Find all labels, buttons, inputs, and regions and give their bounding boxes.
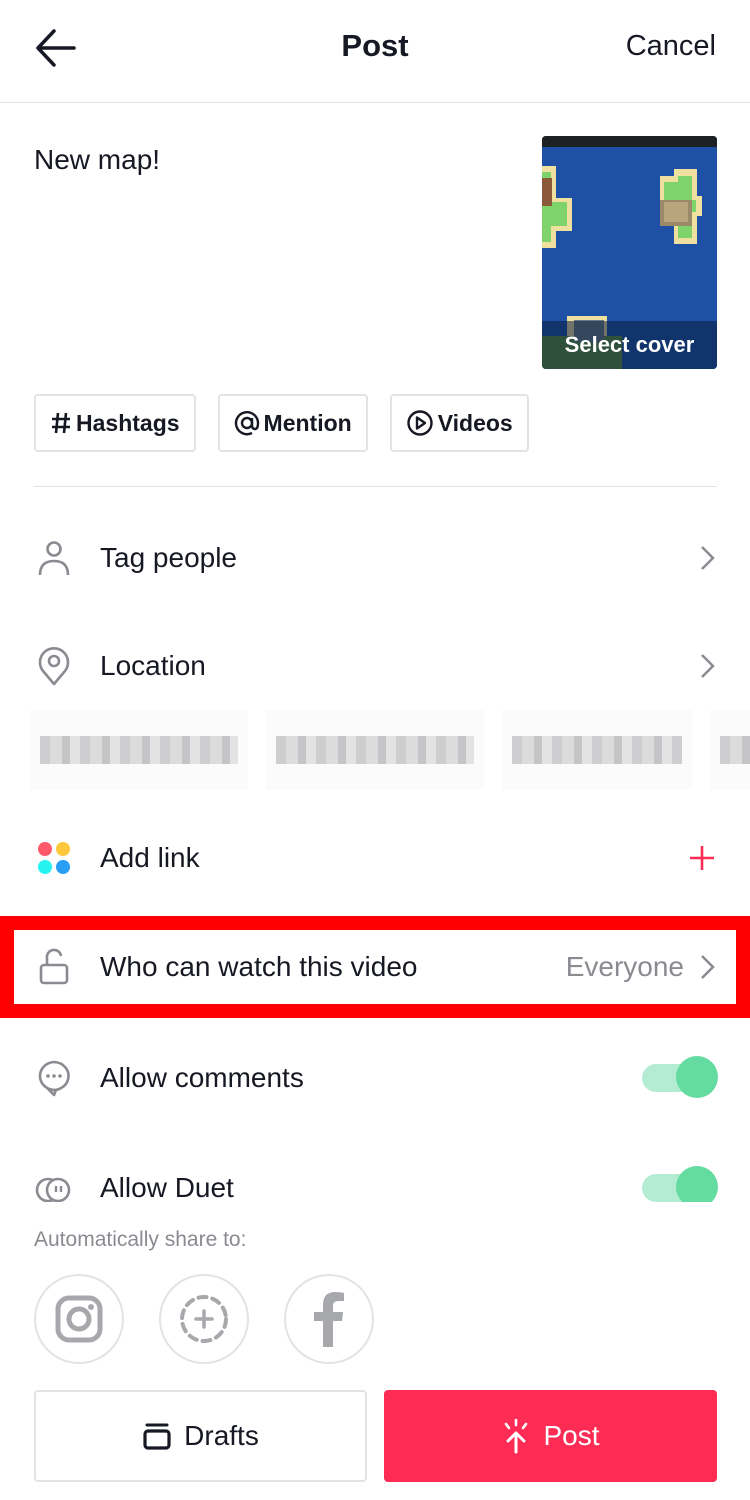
location-suggestion-chip[interactable] <box>710 710 750 790</box>
location-row[interactable]: Location <box>0 616 750 716</box>
unlock-icon <box>34 947 74 987</box>
facebook-icon <box>314 1292 344 1347</box>
story-add-icon <box>180 1295 228 1343</box>
location-label: Location <box>100 650 206 681</box>
post-button[interactable]: Post <box>384 1390 717 1482</box>
select-cover-button[interactable]: Select cover <box>542 136 717 369</box>
instagram-icon <box>55 1295 103 1343</box>
redacted-text <box>276 736 474 764</box>
allow-duet-toggle[interactable] <box>642 1166 718 1202</box>
select-cover-label: Select cover <box>542 321 717 369</box>
location-suggestion-chip[interactable] <box>266 710 484 790</box>
redacted-text <box>512 736 682 764</box>
add-link-row[interactable]: Add link <box>0 808 750 908</box>
drafts-button[interactable]: Drafts <box>34 1390 367 1482</box>
top-nav-bar: Post Cancel <box>0 0 750 103</box>
hashtag-icon <box>50 411 72 435</box>
post-label: Post <box>543 1420 600 1451</box>
tag-people-label: Tag people <box>100 542 238 573</box>
share-targets <box>34 1274 374 1364</box>
scroll-area-clip: Allow Duet <box>0 1140 750 1202</box>
caption-input[interactable]: New map! <box>34 144 504 176</box>
chevron-right-icon <box>701 654 715 678</box>
allow-comments-row: Allow comments <box>0 1028 750 1128</box>
mention-button[interactable]: Mention <box>217 394 368 452</box>
share-story-button[interactable] <box>159 1274 249 1364</box>
location-suggestion-chip[interactable] <box>502 710 692 790</box>
toggle-knob <box>676 1166 718 1202</box>
share-instagram-button[interactable] <box>34 1274 124 1364</box>
apps-dots-icon <box>34 838 74 878</box>
share-section-label: Automatically share to: <box>34 1228 247 1251</box>
cancel-button[interactable]: Cancel <box>626 30 716 63</box>
privacy-value: Everyone <box>565 951 684 982</box>
upload-sparkle-icon <box>501 1418 531 1454</box>
toggle-knob <box>676 1056 718 1098</box>
caption-tools: Hashtags Mention Videos <box>34 394 529 452</box>
share-facebook-button[interactable] <box>284 1274 374 1364</box>
allow-duet-label: Allow Duet <box>100 1172 234 1202</box>
redacted-text <box>720 736 750 764</box>
back-button[interactable] <box>30 26 80 70</box>
person-icon <box>34 538 74 578</box>
hashtags-label: Hashtags <box>76 409 180 436</box>
cover-top-bar <box>542 136 717 147</box>
chevron-right-icon <box>701 546 715 570</box>
drafts-icon <box>142 1422 172 1450</box>
location-pin-icon <box>34 646 74 686</box>
location-suggestions <box>0 710 750 790</box>
chevron-right-icon <box>701 955 715 979</box>
plus-icon[interactable] <box>688 844 716 872</box>
mention-label: Mention <box>263 409 352 436</box>
bottom-actions: Drafts Post <box>34 1390 717 1482</box>
privacy-row[interactable]: Who can watch this video Everyone <box>0 916 750 1018</box>
arrow-left-icon <box>36 29 76 67</box>
allow-comments-toggle[interactable] <box>642 1056 718 1098</box>
play-circle-icon <box>406 409 434 437</box>
videos-button[interactable]: Videos <box>389 394 529 452</box>
videos-label: Videos <box>437 409 513 436</box>
privacy-label: Who can watch this video <box>100 951 418 982</box>
allow-duet-row: Allow Duet <box>0 1140 750 1202</box>
redacted-text <box>40 736 238 764</box>
hashtags-button[interactable]: Hashtags <box>34 394 196 452</box>
add-link-label: Add link <box>100 842 200 873</box>
tag-people-row[interactable]: Tag people <box>0 508 750 608</box>
duet-icon <box>34 1170 74 1202</box>
allow-comments-label: Allow comments <box>100 1062 304 1093</box>
comment-bubble-icon <box>34 1058 74 1098</box>
at-sign-icon <box>234 410 260 436</box>
section-divider <box>34 486 717 487</box>
location-suggestion-chip[interactable] <box>30 710 248 790</box>
drafts-label: Drafts <box>184 1420 259 1451</box>
